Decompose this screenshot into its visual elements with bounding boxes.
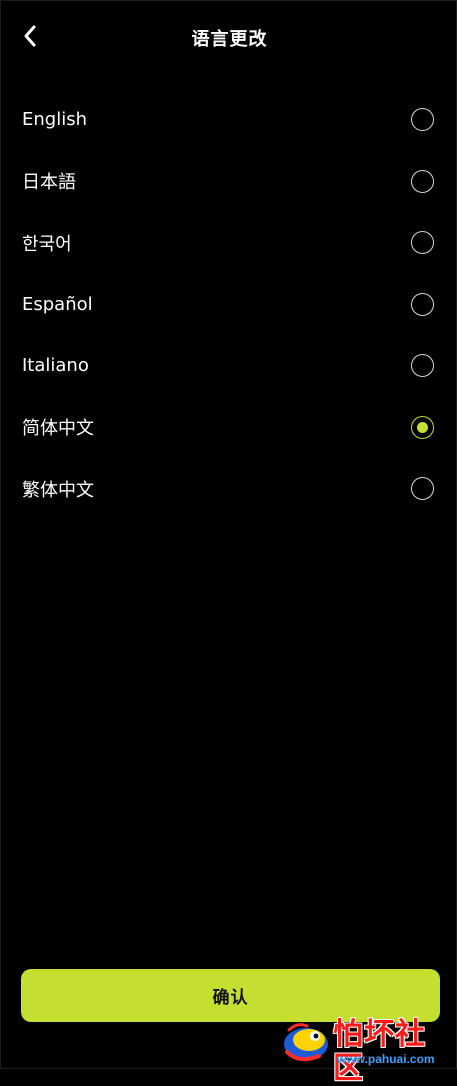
radio-button[interactable] xyxy=(411,292,434,316)
language-option[interactable]: Español xyxy=(1,274,457,336)
watermark: 怕坏社区 www.pahuai.com xyxy=(275,1016,455,1086)
page-title: 语言更改 xyxy=(191,29,268,50)
radio-button[interactable] xyxy=(411,477,434,501)
language-label: English xyxy=(22,109,87,131)
language-list: English 日本語 한국어 Español Italiano 简体中文 繁体… xyxy=(1,89,457,520)
confirm-button[interactable]: 确认 xyxy=(21,969,440,1022)
radio-button[interactable] xyxy=(411,354,434,378)
radio-button[interactable] xyxy=(411,108,434,132)
language-label: Italiano xyxy=(22,355,89,377)
language-option[interactable]: 简体中文 xyxy=(1,397,457,459)
radio-button[interactable] xyxy=(411,169,434,193)
language-option[interactable]: 日本語 xyxy=(1,151,457,213)
language-option[interactable]: English xyxy=(1,89,457,151)
language-option[interactable]: 한국어 xyxy=(1,212,457,274)
language-option[interactable]: 繁体中文 xyxy=(1,458,457,520)
radio-button[interactable] xyxy=(411,415,434,439)
app-screen: 语言更改 English 日本語 한국어 Español Italiano 简体… xyxy=(0,0,457,1086)
watermark-url: www.pahuai.com xyxy=(337,1052,435,1066)
language-label: 简体中文 xyxy=(22,418,94,440)
language-label: 한국어 xyxy=(22,233,72,255)
radio-button[interactable] xyxy=(411,231,434,255)
language-option[interactable]: Italiano xyxy=(1,335,457,397)
pahuai-logo-icon xyxy=(284,1023,328,1062)
language-label: 繁体中文 xyxy=(22,479,94,501)
header: 语言更改 xyxy=(1,1,457,73)
language-label: 日本語 xyxy=(22,172,76,194)
language-label: Español xyxy=(22,293,93,315)
radio-dot-icon xyxy=(417,421,428,433)
